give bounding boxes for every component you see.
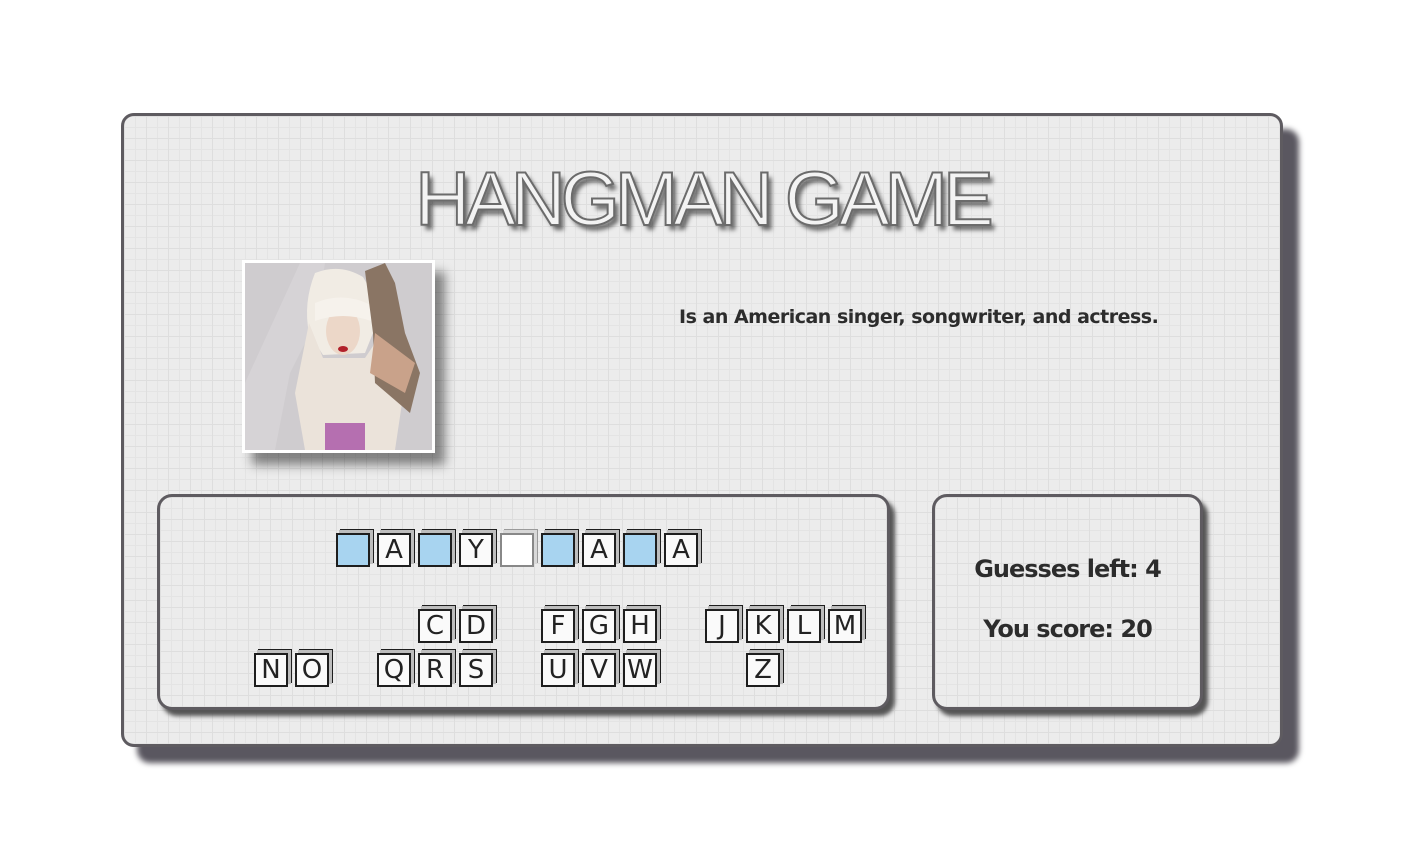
letter-key-l[interactable]: L xyxy=(787,609,821,643)
score-panel: Guesses left: 4 You score: 20 xyxy=(932,494,1203,710)
game-board: HANGMAN GAME Is an American singer, song… xyxy=(121,113,1283,747)
word-slot-blank xyxy=(541,533,575,567)
word-slot-letter: A xyxy=(664,533,698,567)
letter-key-s[interactable]: S xyxy=(459,653,493,687)
page-title: HANGMAN GAME xyxy=(414,156,994,243)
clue-photo-image xyxy=(245,263,432,450)
word-slot-letter: A xyxy=(377,533,411,567)
clue-photo xyxy=(242,260,435,453)
letter-key-j[interactable]: J xyxy=(705,609,739,643)
letter-key-f[interactable]: F xyxy=(541,609,575,643)
letter-key-u[interactable]: U xyxy=(541,653,575,687)
word-space xyxy=(500,533,534,567)
letter-key-c[interactable]: C xyxy=(418,609,452,643)
word-slot-blank xyxy=(623,533,657,567)
letter-key-m[interactable]: M xyxy=(828,609,862,643)
letter-key-r[interactable]: R xyxy=(418,653,452,687)
letter-key-n[interactable]: N xyxy=(254,653,288,687)
letter-key-h[interactable]: H xyxy=(623,609,657,643)
letter-key-z[interactable]: Z xyxy=(746,653,780,687)
hint-text: Is an American singer, songwriter, and a… xyxy=(679,306,1159,328)
letter-key-v[interactable]: V xyxy=(582,653,616,687)
word-slot-blank xyxy=(418,533,452,567)
letter-key-w[interactable]: W xyxy=(623,653,657,687)
word-panel: A Y A A CD FGH JKLM NO QRS UVW Z xyxy=(157,494,890,710)
guesses-left: Guesses left: 4 xyxy=(974,555,1162,583)
letter-key-g[interactable]: G xyxy=(582,609,616,643)
letter-key-k[interactable]: K xyxy=(746,609,780,643)
letter-key-d[interactable]: D xyxy=(459,609,493,643)
letter-key-o[interactable]: O xyxy=(295,653,329,687)
word-slot-letter: Y xyxy=(459,533,493,567)
word-slot-blank xyxy=(336,533,370,567)
letter-key-q[interactable]: Q xyxy=(377,653,411,687)
word-slot-letter: A xyxy=(582,533,616,567)
score-value: You score: 20 xyxy=(983,615,1153,643)
